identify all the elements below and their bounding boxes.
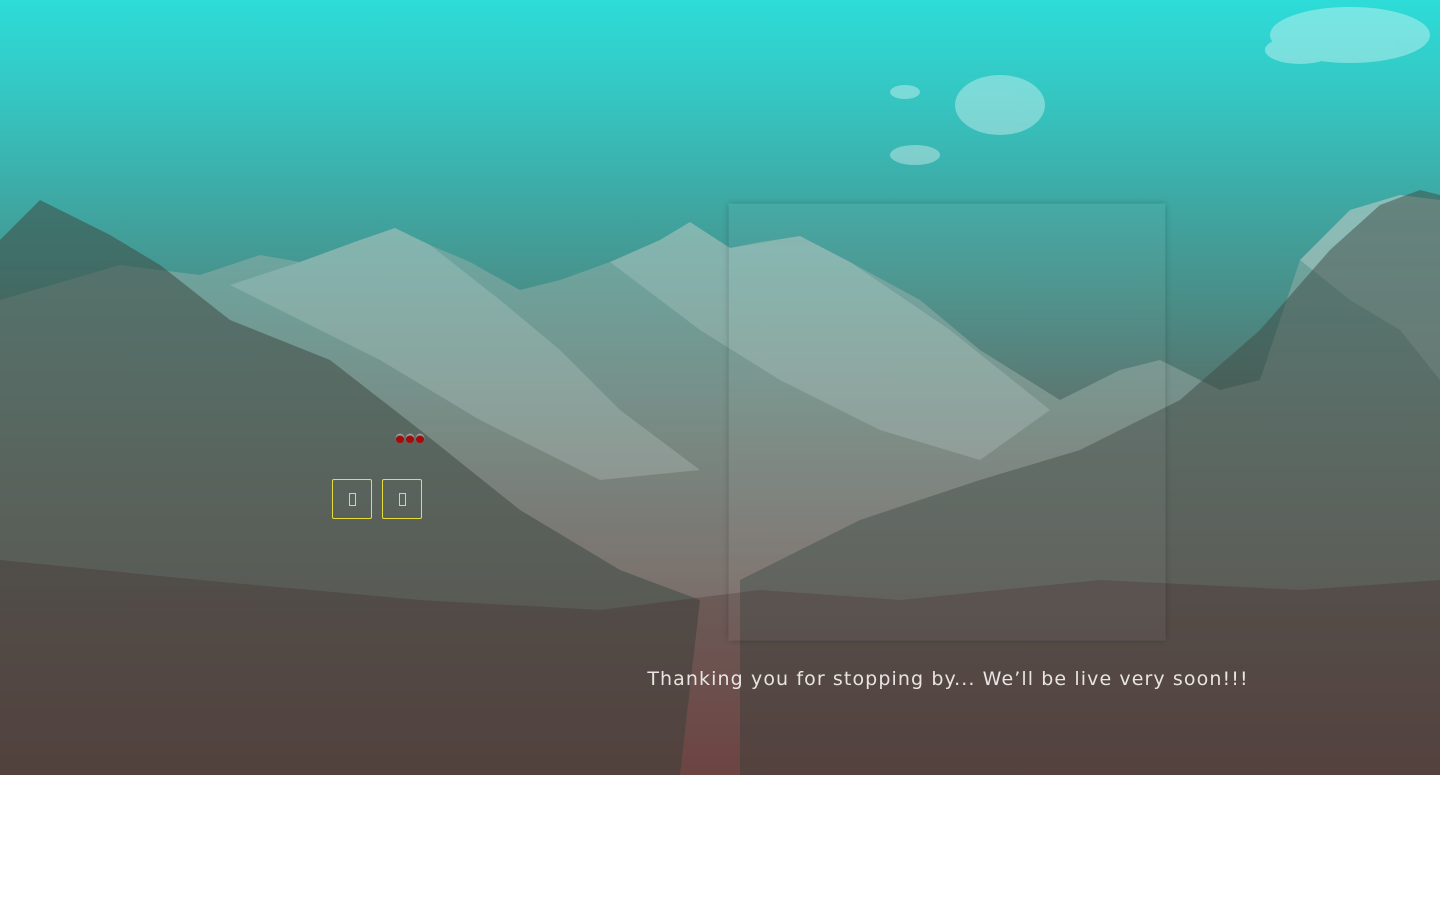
social-link-button-2[interactable] [382, 479, 422, 519]
image-frame [728, 203, 1166, 641]
loading-dots-indicator [396, 434, 426, 444]
page-footer-blank-area [0, 775, 1440, 900]
loading-dot [396, 435, 404, 443]
social-icon-2 [398, 492, 406, 506]
social-icon-1 [348, 492, 356, 506]
mountain-background-image [0, 7, 1440, 775]
hero-section: Thanking you for stopping by... We’ll be… [0, 0, 1440, 775]
social-link-button-1[interactable] [332, 479, 372, 519]
loading-dot [416, 435, 424, 443]
loading-dot [406, 435, 414, 443]
coming-soon-message: Thanking you for stopping by... We’ll be… [647, 668, 1249, 690]
